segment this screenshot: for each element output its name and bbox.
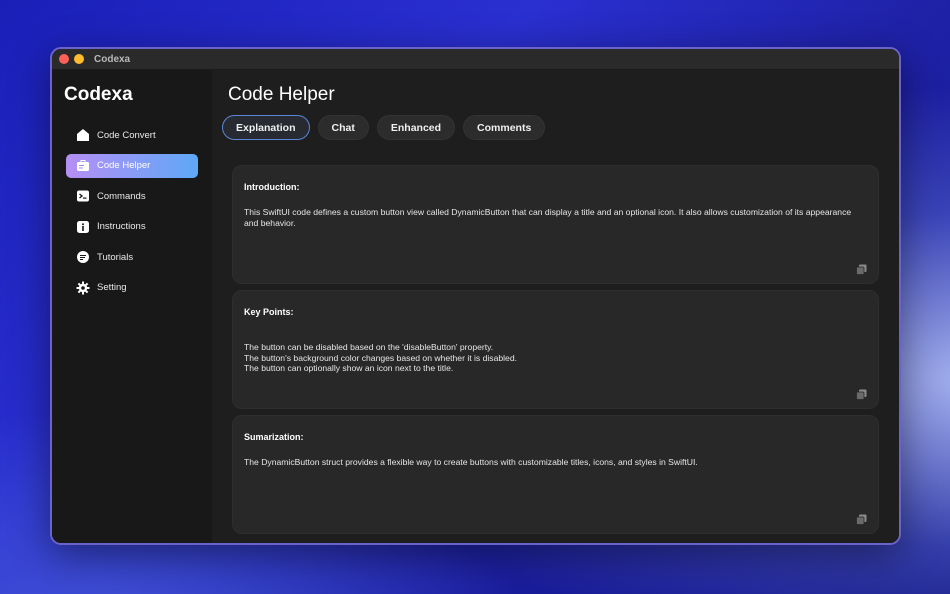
minimize-window-button[interactable]: [74, 54, 84, 64]
sidebar-item-code-convert[interactable]: Code Convert: [66, 123, 198, 147]
tab-comments[interactable]: Comments: [463, 115, 546, 140]
sidebar-item-instructions[interactable]: Instructions: [66, 215, 198, 239]
close-window-button[interactable]: [59, 54, 69, 64]
sidebar-item-setting[interactable]: Setting: [66, 276, 198, 300]
tutorial-icon: [76, 250, 90, 264]
copy-icon[interactable]: [856, 512, 867, 525]
briefcase-icon: [76, 159, 90, 173]
card-text: This SwiftUI code defines a custom butto…: [244, 207, 852, 228]
page-title: Code Helper: [228, 84, 335, 105]
tab-enhanced[interactable]: Enhanced: [376, 115, 456, 140]
info-icon: [76, 220, 90, 234]
key-points-card: Key Points: The button can be disabled b…: [232, 290, 879, 409]
title-bar: Codexa: [52, 49, 899, 70]
app-brand: Codexa: [64, 84, 133, 105]
copy-icon[interactable]: [856, 387, 867, 400]
sidebar-item-label: Instructions: [97, 221, 146, 233]
sidebar-item-tutorials[interactable]: Tutorials: [66, 245, 198, 269]
home-icon: [76, 128, 90, 142]
gear-icon: [76, 281, 90, 295]
tab-bar: Explanation Chat Enhanced Comments: [222, 115, 879, 140]
sidebar-item-code-helper[interactable]: Code Helper: [66, 153, 198, 178]
sidebar-item-label: Commands: [97, 190, 146, 202]
window-title: Codexa: [94, 53, 131, 65]
sidebar-item-label: Code Convert: [97, 129, 156, 141]
introduction-card: Introduction: This SwiftUI code defines …: [232, 165, 879, 284]
sidebar-item-label: Tutorials: [97, 251, 134, 263]
card-title: Sumarization:: [244, 432, 304, 442]
sidebar-item-label: Code Helper: [97, 160, 151, 172]
copy-icon[interactable]: [856, 262, 867, 275]
card-text: The button can be disabled based on the …: [244, 342, 517, 374]
card-title: Key Points:: [244, 307, 294, 317]
summarization-card: Sumarization: The DynamicButton struct p…: [232, 415, 879, 534]
card-title: Introduction:: [244, 182, 300, 192]
app-window: Codexa Codexa Code Convert Code Helper C…: [50, 47, 901, 545]
sidebar-item-label: Setting: [97, 282, 127, 294]
sidebar-item-commands[interactable]: Commands: [66, 184, 198, 208]
main-content: Code Helper Explanation Chat Enhanced Co…: [212, 70, 899, 543]
tab-chat[interactable]: Chat: [317, 115, 369, 140]
card-text: The DynamicButton struct provides a flex…: [244, 457, 698, 467]
terminal-icon: [76, 189, 90, 203]
sidebar: Codexa Code Convert Code Helper Commands: [52, 70, 212, 543]
tab-explanation[interactable]: Explanation: [222, 115, 310, 140]
